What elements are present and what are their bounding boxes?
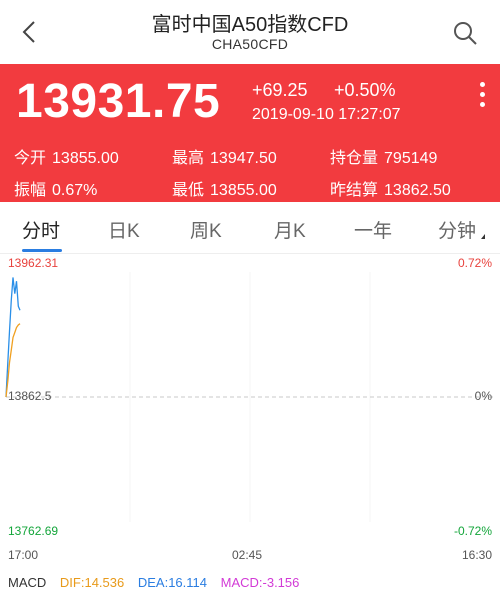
tab-intraday[interactable]: 分时 xyxy=(22,216,60,243)
price-change-pct: +0.50% xyxy=(334,80,396,100)
stat-amplitude: 振幅 0.67% xyxy=(14,176,97,200)
y-max-label: 13962.31 xyxy=(8,256,59,270)
tab-weekly-k[interactable]: 周K xyxy=(190,216,222,243)
page-title: 富时中国A50指数CFD xyxy=(151,14,349,36)
stat-label: 最低 xyxy=(172,182,205,199)
macd-value: MACD:-3.156 xyxy=(220,575,300,590)
x-label-mid: 02:45 xyxy=(232,548,263,562)
stat-value: 13855.00 xyxy=(210,182,277,199)
stat-label: 昨结算 xyxy=(330,182,379,199)
chart-canvas xyxy=(5,272,494,522)
last-price: 13931.75 xyxy=(16,75,221,128)
stat-label: 今开 xyxy=(14,150,47,167)
macd-dif: DIF:14.536 xyxy=(59,575,125,590)
quote-panel: 13931.75 +69.25 +0.50% 2019-09-10 17:27:… xyxy=(0,64,500,202)
intraday-chart[interactable]: 13962.31 0.72% 13862.5 0% 13762.69 -0.72… xyxy=(0,254,500,564)
tab-minute[interactable]: 分钟 xyxy=(438,216,476,243)
stat-label: 振幅 xyxy=(14,182,47,199)
stat-value: 13947.50 xyxy=(210,150,277,167)
stat-prev-settle: 昨结算 13862.50 xyxy=(330,176,451,200)
pct-min-label: -0.72% xyxy=(453,524,492,538)
search-icon[interactable] xyxy=(452,20,478,46)
macd-title: MACD xyxy=(8,575,47,590)
y-mid-label: 13862.5 xyxy=(8,389,52,403)
stat-value: 795149 xyxy=(384,150,438,167)
quote-time: 2019-09-10 17:27:07 xyxy=(252,106,401,123)
stat-open-interest: 持仓量 795149 xyxy=(330,144,437,168)
tab-monthly-k[interactable]: 月K xyxy=(274,216,306,243)
stat-value: 13855.00 xyxy=(52,150,119,167)
tab-one-year[interactable]: 一年 xyxy=(354,216,392,243)
x-label-end: 16:30 xyxy=(461,548,492,562)
stat-open: 今开 13855.00 xyxy=(14,144,119,168)
period-tabs: 分时 日K 周K 月K 一年 分钟 xyxy=(0,202,500,254)
pct-max-label: 0.72% xyxy=(457,256,492,270)
stat-high: 最高 13947.50 xyxy=(172,144,277,168)
x-label-start: 17:00 xyxy=(8,548,39,562)
more-icon[interactable] xyxy=(478,82,486,112)
stat-value: 0.67% xyxy=(52,182,98,199)
stat-low: 最低 13855.00 xyxy=(172,176,277,200)
dropdown-caret-icon[interactable] xyxy=(481,234,485,239)
macd-dea: DEA:16.114 xyxy=(137,575,207,590)
tab-daily-k[interactable]: 日K xyxy=(108,216,140,243)
stat-label: 持仓量 xyxy=(330,150,379,167)
pct-mid-label: 0% xyxy=(474,389,492,403)
nav-bar: 富时中国A50指数CFD CHA50CFD xyxy=(0,0,500,64)
price-change: +69.25 xyxy=(252,80,308,100)
stat-label: 最高 xyxy=(172,150,205,167)
page-subtitle: CHA50CFD xyxy=(211,36,289,52)
y-min-label: 13762.69 xyxy=(8,524,59,538)
stat-value: 13862.50 xyxy=(384,182,451,199)
active-tab-indicator xyxy=(22,249,62,252)
macd-legend: MACD DIF:14.536 DEA:16.114 MACD:-3.156 xyxy=(8,575,309,590)
